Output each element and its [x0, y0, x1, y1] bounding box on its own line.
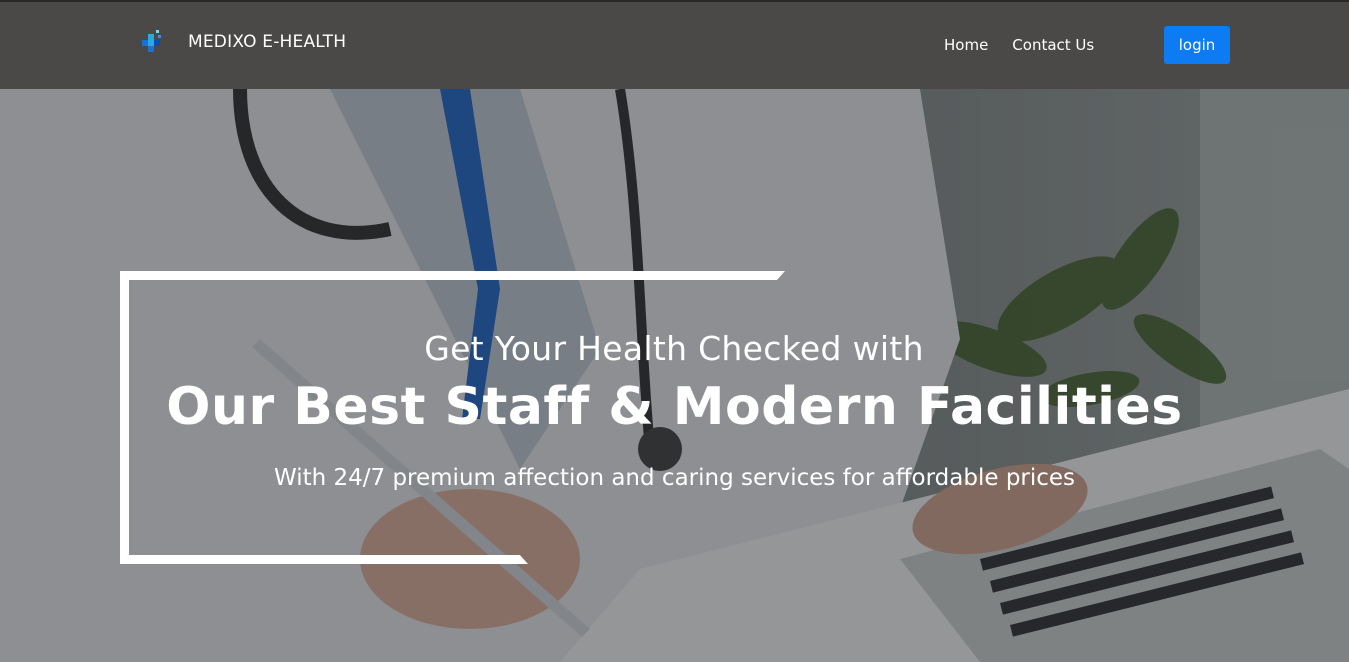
login-button[interactable]: login [1164, 26, 1230, 64]
nav-link-contact-us[interactable]: Contact Us [1012, 36, 1094, 54]
main-nav: Home Contact Us [944, 36, 1118, 54]
navbar: MEDIXO E-HEALTH Home Contact Us login [0, 2, 1349, 89]
hero-title: Our Best Staff & Modern Facilities [166, 377, 1183, 437]
hero-subtitle: Get Your Health Checked with [424, 329, 924, 368]
brand-name: MEDIXO E-HEALTH [188, 32, 347, 52]
brand[interactable]: MEDIXO E-HEALTH [138, 26, 346, 58]
medical-cross-icon [138, 26, 164, 58]
hero-banner: Get Your Health Checked with Our Best St… [0, 89, 1349, 662]
hero-tagline: With 24/7 premium affection and caring s… [273, 465, 1076, 491]
nav-link-home[interactable]: Home [944, 36, 988, 54]
